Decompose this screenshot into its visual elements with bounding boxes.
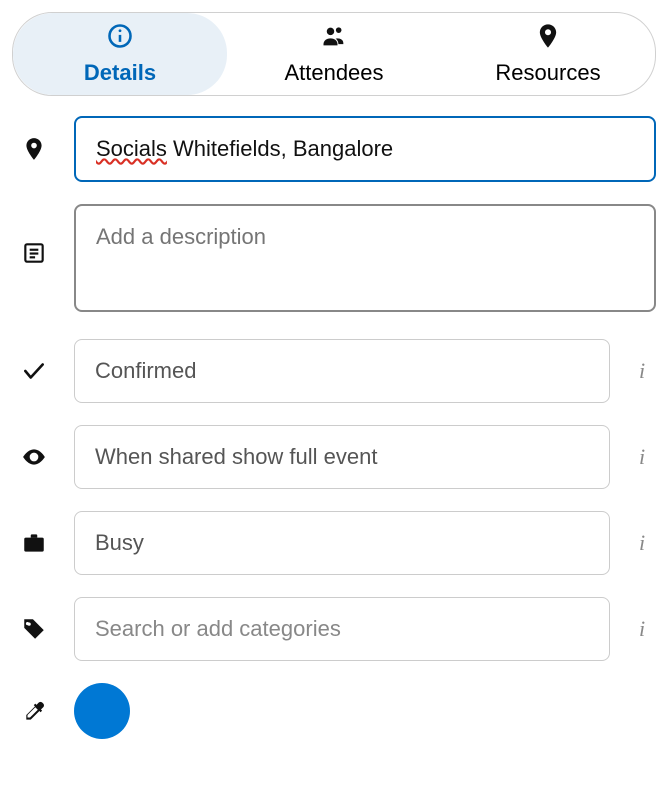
- description-input[interactable]: [74, 204, 656, 312]
- eyedropper-icon: [12, 698, 56, 724]
- tab-label: Details: [84, 60, 156, 86]
- tabs: Details Attendees Resources: [12, 12, 656, 96]
- visibility-select[interactable]: When shared show full event: [74, 425, 610, 489]
- location-input[interactable]: Socials Whitefields, Bangalore: [74, 116, 656, 182]
- info-circle-icon: [106, 22, 134, 56]
- check-icon: [12, 358, 56, 384]
- color-swatch[interactable]: [74, 683, 130, 739]
- tab-label: Attendees: [284, 60, 383, 86]
- location-rest: Whitefields, Bangalore: [167, 136, 393, 161]
- tab-resources[interactable]: Resources: [441, 13, 655, 95]
- visibility-info-icon[interactable]: i: [628, 444, 656, 470]
- tab-attendees[interactable]: Attendees: [227, 13, 441, 95]
- location-word-misspelled: Socials: [96, 136, 167, 161]
- status-info-icon[interactable]: i: [628, 358, 656, 384]
- color-row: [12, 683, 656, 739]
- briefcase-icon: [12, 530, 56, 556]
- availability-select[interactable]: Busy: [74, 511, 610, 575]
- categories-row: i: [12, 597, 656, 661]
- eye-icon: [12, 444, 56, 470]
- tab-details[interactable]: Details: [13, 13, 227, 95]
- people-icon: [320, 22, 348, 56]
- availability-row: Busy i: [12, 511, 656, 575]
- tag-icon: [12, 616, 56, 642]
- location-pin-icon: [12, 136, 56, 162]
- tab-label: Resources: [495, 60, 600, 86]
- status-row: Confirmed i: [12, 339, 656, 403]
- categories-input[interactable]: [74, 597, 610, 661]
- categories-info-icon[interactable]: i: [628, 616, 656, 642]
- description-icon: [12, 240, 56, 266]
- description-row: [12, 204, 656, 317]
- location-pin-icon: [534, 22, 562, 56]
- status-select[interactable]: Confirmed: [74, 339, 610, 403]
- availability-info-icon[interactable]: i: [628, 530, 656, 556]
- location-row: Socials Whitefields, Bangalore: [12, 116, 656, 182]
- visibility-row: When shared show full event i: [12, 425, 656, 489]
